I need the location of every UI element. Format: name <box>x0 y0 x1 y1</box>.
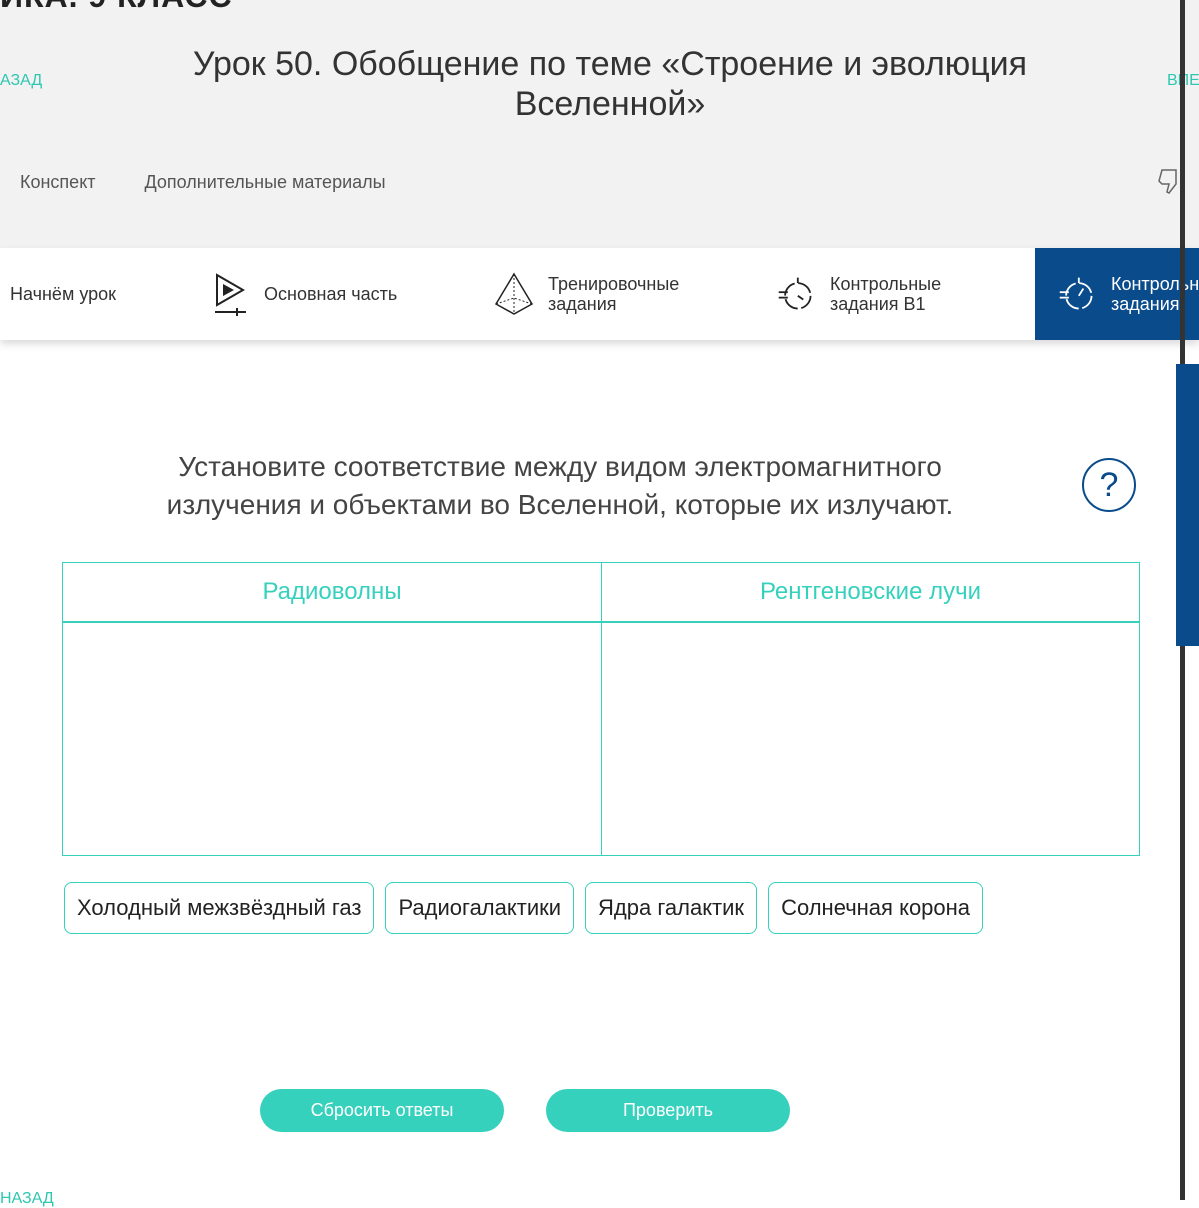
reset-answers-button[interactable]: Сбросить ответы <box>260 1089 504 1132</box>
step-label: Тренировочные задания <box>548 274 680 314</box>
back-link[interactable]: АЗАД <box>0 72 42 90</box>
play-icon <box>210 272 250 316</box>
step-training-tasks[interactable]: Тренировочные задания <box>494 248 708 340</box>
step-start-lesson[interactable]: Начнём урок <box>10 248 170 340</box>
task-question: Установите соответствие между видом элек… <box>166 451 954 520</box>
answer-options: Холодный межзвёздный газ Радиогалактики … <box>64 882 984 934</box>
step-control-tasks-b1[interactable]: Контрольные задания В1 <box>776 248 990 340</box>
option-chip[interactable]: Солнечная корона <box>768 882 984 934</box>
lesson-subnav: Конспект Дополнительные материалы <box>20 172 430 193</box>
check-button[interactable]: Проверить <box>546 1089 790 1132</box>
step-main-part[interactable]: Основная часть <box>210 248 424 340</box>
column-header: Радиоволны <box>63 563 601 623</box>
match-column-radio: Радиоволны <box>63 563 601 855</box>
drop-zone-radio[interactable] <box>63 623 601 855</box>
bottom-back-link[interactable]: НАЗАД <box>0 1190 54 1208</box>
step-label: Начнём урок <box>10 284 117 304</box>
course-title: ИКА. 9 КЛАСС <box>0 0 233 15</box>
drop-zone-xray[interactable] <box>602 623 1139 855</box>
column-header: Рентгеновские лучи <box>602 563 1139 623</box>
match-column-xray: Рентгеновские лучи <box>601 563 1139 855</box>
subnav-extra-materials[interactable]: Дополнительные материалы <box>145 172 386 192</box>
lesson-title: Урок 50. Обобщение по теме «Строение и э… <box>192 45 1028 123</box>
step-label: Контрольные задания <box>1111 274 1199 314</box>
step-label: Контрольные задания В1 <box>830 274 942 314</box>
pyramid-icon <box>494 272 534 316</box>
lesson-steps: Начнём урок Основная часть Тренировочные… <box>0 248 1199 340</box>
option-chip[interactable]: Радиогалактики <box>385 882 575 934</box>
lesson-header: ИКА. 9 КЛАСС АЗАД Урок 50. Обобщение по … <box>0 0 1199 248</box>
help-icon[interactable]: ? <box>1082 458 1136 512</box>
step-control-tasks[interactable]: Контрольные задания <box>1035 248 1199 340</box>
step-label: Основная часть <box>264 284 398 304</box>
stopwatch-icon <box>1057 272 1097 316</box>
side-panel-tab[interactable] <box>1176 364 1199 646</box>
stopwatch-icon <box>776 272 816 316</box>
matching-table: Радиоволны Рентгеновские лучи <box>62 562 1140 856</box>
subnav-summary[interactable]: Конспект <box>20 172 96 192</box>
option-chip[interactable]: Ядра галактик <box>585 882 758 934</box>
option-chip[interactable]: Холодный межзвёздный газ <box>64 882 375 934</box>
